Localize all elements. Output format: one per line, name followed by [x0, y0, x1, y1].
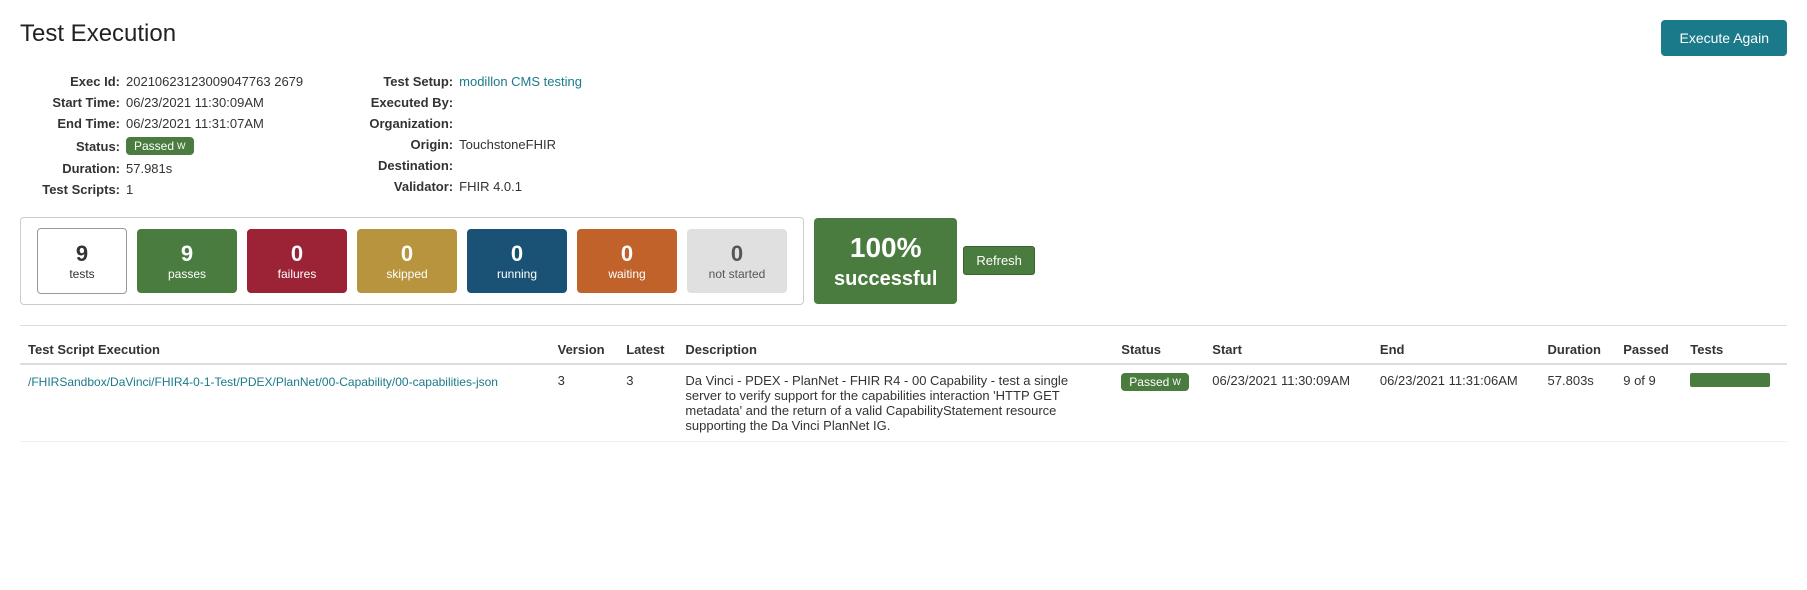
origin-value: TouchstoneFHIR [459, 137, 556, 152]
executed-by-label: Executed By: [363, 95, 453, 110]
status-row: Status: PassedW [30, 137, 303, 155]
success-percent: 100% [834, 230, 937, 266]
start-time-row: Start Time: 06/23/2021 11:30:09AM [30, 95, 303, 110]
stat-skipped: 0 skipped [357, 229, 457, 293]
row-end: 06/23/2021 11:31:06AM [1372, 364, 1540, 442]
exec-id-label: Exec Id: [30, 74, 120, 89]
destination-row: Destination: [363, 158, 582, 173]
col-duration: Duration [1540, 336, 1616, 364]
exec-id-row: Exec Id: 20210623123009047763 2679 [30, 74, 303, 89]
stat-waiting-number: 0 [621, 241, 633, 267]
status-label: Status: [30, 139, 120, 154]
stat-waiting: 0 waiting [577, 229, 677, 293]
row-duration: 57.803s [1540, 364, 1616, 442]
test-setup-label: Test Setup: [363, 74, 453, 89]
status-w: W [177, 141, 186, 151]
test-setup-link[interactable]: modillon CMS testing [459, 74, 582, 89]
stat-running-number: 0 [511, 241, 523, 267]
meta-section: Exec Id: 20210623123009047763 2679 Start… [20, 74, 1787, 197]
col-tests: Tests [1682, 336, 1787, 364]
test-setup-row: Test Setup: modillon CMS testing [363, 74, 582, 89]
stat-failures-number: 0 [291, 241, 303, 267]
row-start: 06/23/2021 11:30:09AM [1204, 364, 1372, 442]
col-status: Status [1113, 336, 1204, 364]
script-link[interactable]: /FHIRSandbox/DaVinci/FHIR4-0-1-Test/PDEX… [28, 375, 498, 389]
test-scripts-row: Test Scripts: 1 [30, 182, 303, 197]
col-version: Version [550, 336, 619, 364]
duration-value: 57.981s [126, 161, 172, 176]
col-end: End [1372, 336, 1540, 364]
success-block: 100% successful [814, 218, 957, 304]
meta-col-left: Exec Id: 20210623123009047763 2679 Start… [30, 74, 303, 197]
meta-col-right: Test Setup: modillon CMS testing Execute… [363, 74, 582, 197]
stat-skipped-number: 0 [401, 241, 413, 267]
stats-boxes: 9 tests 9 passes 0 failures 0 skipped 0 … [20, 217, 804, 305]
row-description: Da Vinci - PDEX - PlanNet - FHIR R4 - 00… [677, 364, 1113, 442]
organization-label: Organization: [363, 116, 453, 131]
col-description: Description [677, 336, 1113, 364]
duration-row: Duration: 57.981s [30, 161, 303, 176]
col-start: Start [1204, 336, 1372, 364]
stat-failures: 0 failures [247, 229, 347, 293]
results-table: Test Script Execution Version Latest Des… [20, 336, 1787, 442]
table-header-row: Test Script Execution Version Latest Des… [20, 336, 1787, 364]
progress-bar-fill [1690, 373, 1770, 387]
execute-again-button[interactable]: Execute Again [1661, 20, 1787, 56]
stat-not-started-label: not started [709, 267, 766, 281]
stat-tests: 9 tests [37, 228, 127, 294]
col-passed: Passed [1615, 336, 1682, 364]
success-area: 100% successful Refresh [814, 218, 1035, 304]
end-time-row: End Time: 06/23/2021 11:31:07AM [30, 116, 303, 131]
col-latest: Latest [618, 336, 677, 364]
success-label: successful [834, 266, 937, 292]
validator-label: Validator: [363, 179, 453, 194]
status-badge-text: Passed [134, 139, 174, 153]
refresh-button[interactable]: Refresh [963, 246, 1035, 275]
page-header: Test Execution Execute Again [20, 20, 1787, 56]
stat-not-started-number: 0 [731, 241, 743, 267]
destination-label: Destination: [363, 158, 453, 173]
start-time-value: 06/23/2021 11:30:09AM [126, 95, 264, 110]
end-time-value: 06/23/2021 11:31:07AM [126, 116, 264, 131]
validator-value: FHIR 4.0.1 [459, 179, 522, 194]
organization-row: Organization: [363, 116, 582, 131]
exec-id-value: 20210623123009047763 2679 [126, 74, 303, 89]
stat-passes-label: passes [168, 267, 206, 281]
stat-tests-label: tests [69, 267, 94, 281]
stat-tests-number: 9 [76, 241, 88, 267]
col-script: Test Script Execution [20, 336, 550, 364]
test-scripts-label: Test Scripts: [30, 182, 120, 197]
origin-row: Origin: TouchstoneFHIR [363, 137, 582, 152]
stats-section: 9 tests 9 passes 0 failures 0 skipped 0 … [20, 217, 1787, 305]
row-latest: 3 [618, 364, 677, 442]
row-tests [1682, 364, 1787, 442]
start-time-label: Start Time: [30, 95, 120, 110]
validator-row: Validator: FHIR 4.0.1 [363, 179, 582, 194]
stat-passes-number: 9 [181, 241, 193, 267]
progress-bar-container [1690, 373, 1770, 387]
stat-passes: 9 passes [137, 229, 237, 293]
test-scripts-value: 1 [126, 182, 133, 197]
stat-running-label: running [497, 267, 537, 281]
row-version: 3 [550, 364, 619, 442]
status-badge: PassedW [126, 137, 194, 155]
executed-by-row: Executed By: [363, 95, 582, 110]
end-time-label: End Time: [30, 116, 120, 131]
stat-skipped-label: skipped [386, 267, 427, 281]
stat-waiting-label: waiting [608, 267, 645, 281]
table-row: /FHIRSandbox/DaVinci/FHIR4-0-1-Test/PDEX… [20, 364, 1787, 442]
stat-not-started: 0 not started [687, 229, 787, 293]
row-passed: 9 of 9 [1615, 364, 1682, 442]
page-title: Test Execution [20, 20, 176, 48]
stat-failures-label: failures [278, 267, 317, 281]
origin-label: Origin: [363, 137, 453, 152]
table-section: Test Script Execution Version Latest Des… [20, 325, 1787, 442]
duration-label: Duration: [30, 161, 120, 176]
row-status-badge: PassedW [1121, 373, 1189, 391]
stat-running: 0 running [467, 229, 567, 293]
